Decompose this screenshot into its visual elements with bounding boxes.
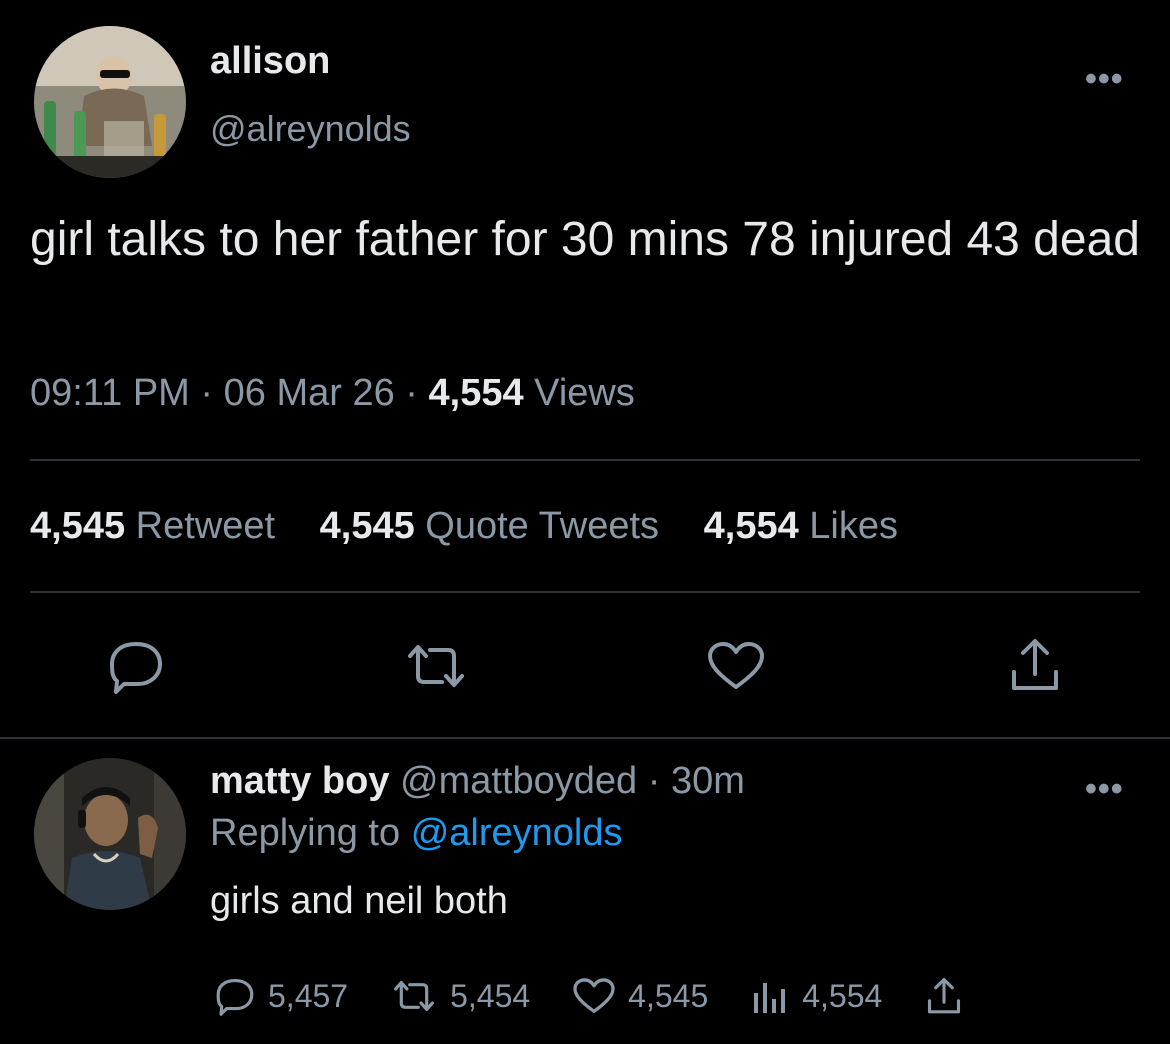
tweet-date[interactable]: 06 Mar 26 [224,372,395,414]
retweet-button[interactable] [402,640,470,692]
divider [30,459,1140,461]
reply-icon [216,979,254,1016]
reply-share-button[interactable] [924,976,976,1016]
quote-label: Quote Tweets [425,505,660,547]
tweet-stats: 4,545 Retweet 4,545 Quote Tweets 4,554 L… [30,505,932,548]
likes-label: Likes [809,505,898,547]
reply-text: girls and neil both [210,880,508,922]
reply-like-count: 4,545 [628,977,709,1014]
likes-count: 4,554 [703,505,799,547]
like-icon [708,642,764,689]
reply-reply-button[interactable]: 5,457 [214,976,348,1016]
retweets-stat[interactable]: 4,545 Retweet [30,505,275,547]
reply-views-button[interactable]: 4,554 [750,977,882,1015]
views-icon [754,983,786,1013]
meta-separator: · [647,760,671,802]
reply-action-bar: 5,457 5,454 4,545 4,554 [214,972,1018,1020]
reply-author-avatar[interactable] [34,758,186,910]
retweet-label: Retweet [135,505,276,547]
share-button[interactable] [1006,636,1064,694]
quote-count: 4,545 [319,505,415,547]
reply-retweet-count: 5,454 [450,977,531,1014]
like-icon [573,978,615,1013]
tweet-meta: 09:11 PM · 06 Mar 26 · 4,554 Views [30,372,635,415]
replying-handle-link[interactable]: @alreynolds [411,812,623,854]
author-handle[interactable]: @alreynolds [210,108,411,150]
reply-retweet-button[interactable]: 5,454 [390,977,530,1015]
avatar-photo [34,26,186,178]
meta-separator: · [405,372,429,414]
share-icon [928,977,961,1014]
retweet-count: 4,545 [30,505,126,547]
reply-author-name[interactable]: matty boy [210,760,389,802]
reply-icon [110,642,162,694]
reply-header: matty boy @mattboyded · 30m [210,760,745,803]
meta-separator: · [200,372,224,414]
likes-stat[interactable]: 4,554 Likes [704,505,898,547]
share-icon [1012,639,1058,690]
views-count: 4,554 [428,372,524,414]
replying-to: Replying to @alreynolds [210,812,622,855]
avatar-photo [34,758,186,910]
tweet-time[interactable]: 09:11 PM [30,372,190,414]
retweet-icon [408,645,464,687]
more-options-button[interactable]: ••• [1085,60,1124,99]
reply-button[interactable] [106,638,166,694]
reply-reply-count: 5,457 [268,977,349,1014]
reply-like-button[interactable]: 4,545 [572,977,708,1015]
divider [0,737,1170,739]
like-button[interactable] [706,640,766,692]
retweet-icon [394,981,435,1011]
reply-time[interactable]: 30m [671,760,745,802]
author-avatar[interactable] [34,26,186,178]
reply-author-handle[interactable]: @mattboyded [400,760,637,802]
tweet-text: girl talks to her father for 30 mins 78 … [30,213,1140,266]
replying-prefix: Replying to [210,812,401,854]
quotes-stat[interactable]: 4,545 Quote Tweets [320,505,659,547]
divider [30,591,1140,593]
author-name[interactable]: allison [210,40,330,83]
reply-more-options-button[interactable]: ••• [1085,770,1124,809]
views-label: Views [534,372,635,414]
reply-views-count: 4,554 [802,977,883,1014]
